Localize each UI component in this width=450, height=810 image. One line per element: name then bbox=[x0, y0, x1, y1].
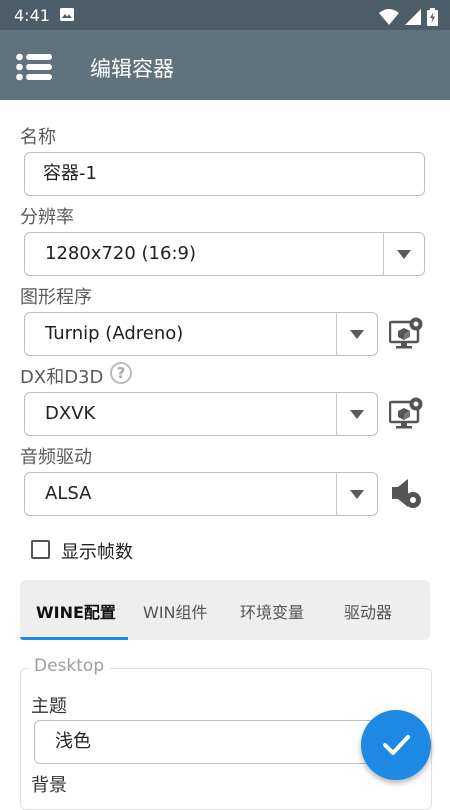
theme-select[interactable]: 浅色 bbox=[34, 720, 414, 764]
confirm-button[interactable] bbox=[361, 710, 431, 780]
select-divider bbox=[383, 233, 384, 275]
select-divider bbox=[336, 313, 337, 355]
dropdown-arrow-icon bbox=[397, 250, 411, 259]
menu-icon[interactable] bbox=[16, 52, 52, 82]
tab-bar: WINE配置 WIN组件 环境变量 驱动器 bbox=[20, 580, 430, 640]
graphics-value: Turnip (Adreno) bbox=[45, 323, 184, 344]
dropdown-arrow-icon bbox=[350, 490, 364, 499]
theme-value: 浅色 bbox=[55, 731, 91, 752]
audio-label: 音频驱动 bbox=[20, 447, 92, 468]
app-bar: 编辑容器 bbox=[0, 30, 450, 100]
battery-charging-icon bbox=[427, 7, 438, 26]
check-icon bbox=[383, 735, 410, 755]
dx-value: DXVK bbox=[45, 403, 96, 424]
name-label: 名称 bbox=[20, 127, 56, 148]
tab-win-components[interactable]: WIN组件 bbox=[143, 599, 208, 623]
signal-icon bbox=[404, 8, 421, 25]
tab-indicator bbox=[20, 637, 128, 640]
desktop-legend: Desktop bbox=[28, 656, 111, 676]
status-time: 4:41 bbox=[14, 6, 50, 25]
dropdown-arrow-icon bbox=[350, 410, 364, 419]
theme-label: 主题 bbox=[31, 696, 67, 717]
show-fps-checkbox[interactable] bbox=[31, 540, 50, 559]
graphics-settings-icon[interactable] bbox=[389, 316, 425, 350]
tab-env-vars[interactable]: 环境变量 bbox=[240, 599, 304, 623]
dx-label: DX和D3D bbox=[20, 367, 104, 388]
graphics-select[interactable]: Turnip (Adreno) bbox=[24, 312, 378, 356]
background-label: 背景 bbox=[31, 775, 67, 796]
gallery-icon bbox=[60, 8, 74, 21]
dx-select[interactable]: DXVK bbox=[24, 392, 378, 436]
page-title: 编辑容器 bbox=[90, 57, 174, 81]
audio-select[interactable]: ALSA bbox=[24, 472, 378, 516]
resolution-label: 分辨率 bbox=[20, 207, 74, 228]
help-icon[interactable]: ? bbox=[110, 362, 132, 384]
dx-settings-icon[interactable] bbox=[389, 396, 425, 430]
resolution-value: 1280x720 (16:9) bbox=[45, 243, 197, 264]
status-bar: 4:41 bbox=[0, 0, 450, 30]
audio-settings-icon[interactable] bbox=[389, 476, 425, 510]
select-divider bbox=[336, 393, 337, 435]
tab-drives[interactable]: 驱动器 bbox=[344, 599, 392, 623]
show-fps-label: 显示帧数 bbox=[61, 542, 133, 563]
dropdown-arrow-icon bbox=[350, 330, 364, 339]
status-icons bbox=[378, 6, 438, 26]
select-divider bbox=[336, 473, 337, 515]
graphics-label: 图形程序 bbox=[20, 287, 92, 308]
audio-value: ALSA bbox=[45, 483, 92, 504]
name-input[interactable]: 容器-1 bbox=[24, 152, 425, 196]
tab-wine-config[interactable]: WINE配置 bbox=[36, 599, 116, 623]
wifi-icon bbox=[378, 8, 399, 25]
resolution-select[interactable]: 1280x720 (16:9) bbox=[24, 232, 425, 276]
